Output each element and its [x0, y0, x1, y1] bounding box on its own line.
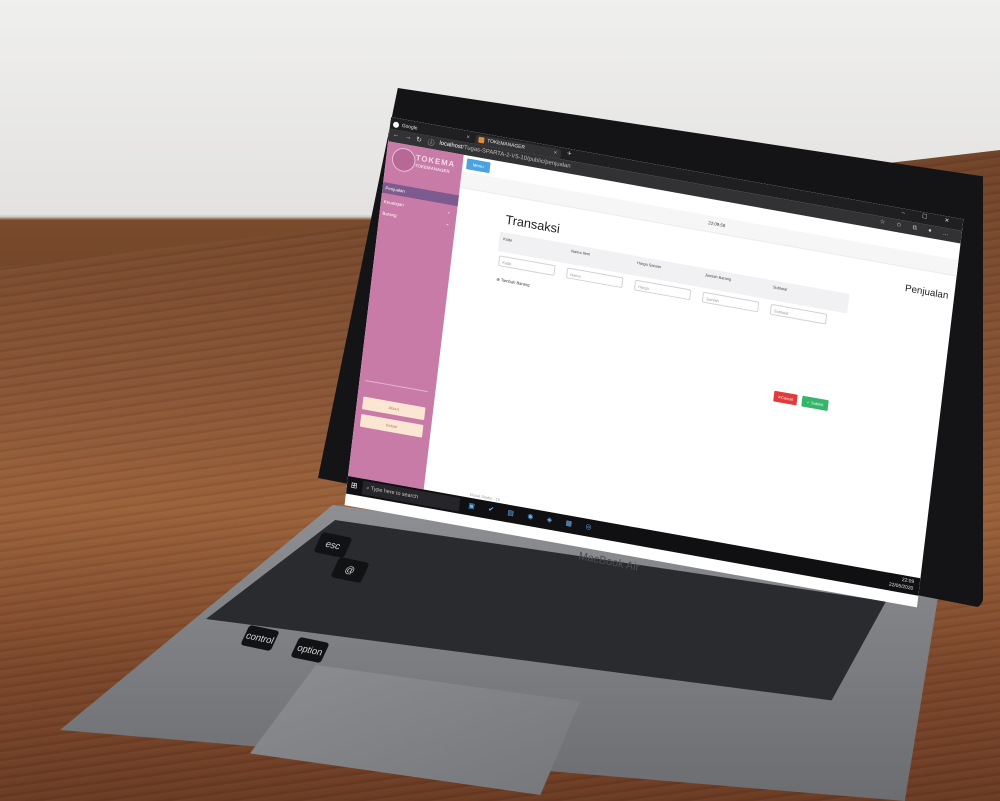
cancel-button[interactable]: ✕Cancel [773, 390, 798, 406]
column-header-harga-satuan: Harga Satuan [636, 260, 662, 270]
taskbar-window-label: Visual Studio - 10 [469, 491, 501, 503]
submit-button[interactable]: ✓ Submit [801, 395, 829, 412]
column-header-subtotal: Subtotal [772, 284, 788, 292]
menu-button[interactable]: Menu [466, 158, 491, 174]
close-icon[interactable]: × [466, 133, 471, 143]
back-icon[interactable]: ← [392, 131, 400, 139]
page-title: Transaksi [504, 211, 561, 237]
refresh-icon[interactable]: ↻ [416, 135, 423, 144]
forward-icon[interactable]: → [404, 133, 412, 141]
tokemanager-favicon-icon [478, 136, 485, 144]
column-header-nama-item: Nama Item [570, 248, 591, 257]
add-item-link[interactable]: ⊕ Tambah Barang [496, 277, 530, 288]
info-icon[interactable]: ⓘ [427, 138, 435, 149]
new-tab-icon[interactable]: + [567, 149, 573, 159]
system-tray[interactable]: 22:09 22/05/2020 [888, 575, 915, 593]
submit-label: Submit [810, 400, 824, 408]
column-header-kode: Kode [502, 236, 513, 243]
sidebar-divider [365, 380, 428, 393]
taskbar-app-icons[interactable]: ▣ ✔ ▤ ◉ ◈ ▦ ◎ [468, 502, 598, 533]
sidebar-item-label: Keuangan [383, 199, 405, 208]
search-placeholder: Type here to search [370, 486, 419, 501]
column-header-jumlah-barang: Jumlah Barang [704, 272, 732, 282]
clock-text: 22:09:56 [708, 220, 726, 229]
section-title: Penjualan [904, 283, 949, 302]
cancel-label: Cancel [780, 394, 794, 402]
add-item-label: Tambah Barang [500, 277, 530, 288]
windows-start-icon[interactable]: ⊞ [350, 481, 358, 491]
google-favicon-icon [392, 121, 400, 129]
close-icon[interactable]: × [553, 148, 558, 158]
chevron-down-icon: ⌄ [446, 209, 452, 216]
sidebar-item-label: Penjualan [385, 185, 406, 194]
chevron-down-icon: ⌄ [445, 220, 450, 228]
logo-icon [390, 146, 417, 174]
sidebar-item-label: Barang [382, 210, 397, 219]
